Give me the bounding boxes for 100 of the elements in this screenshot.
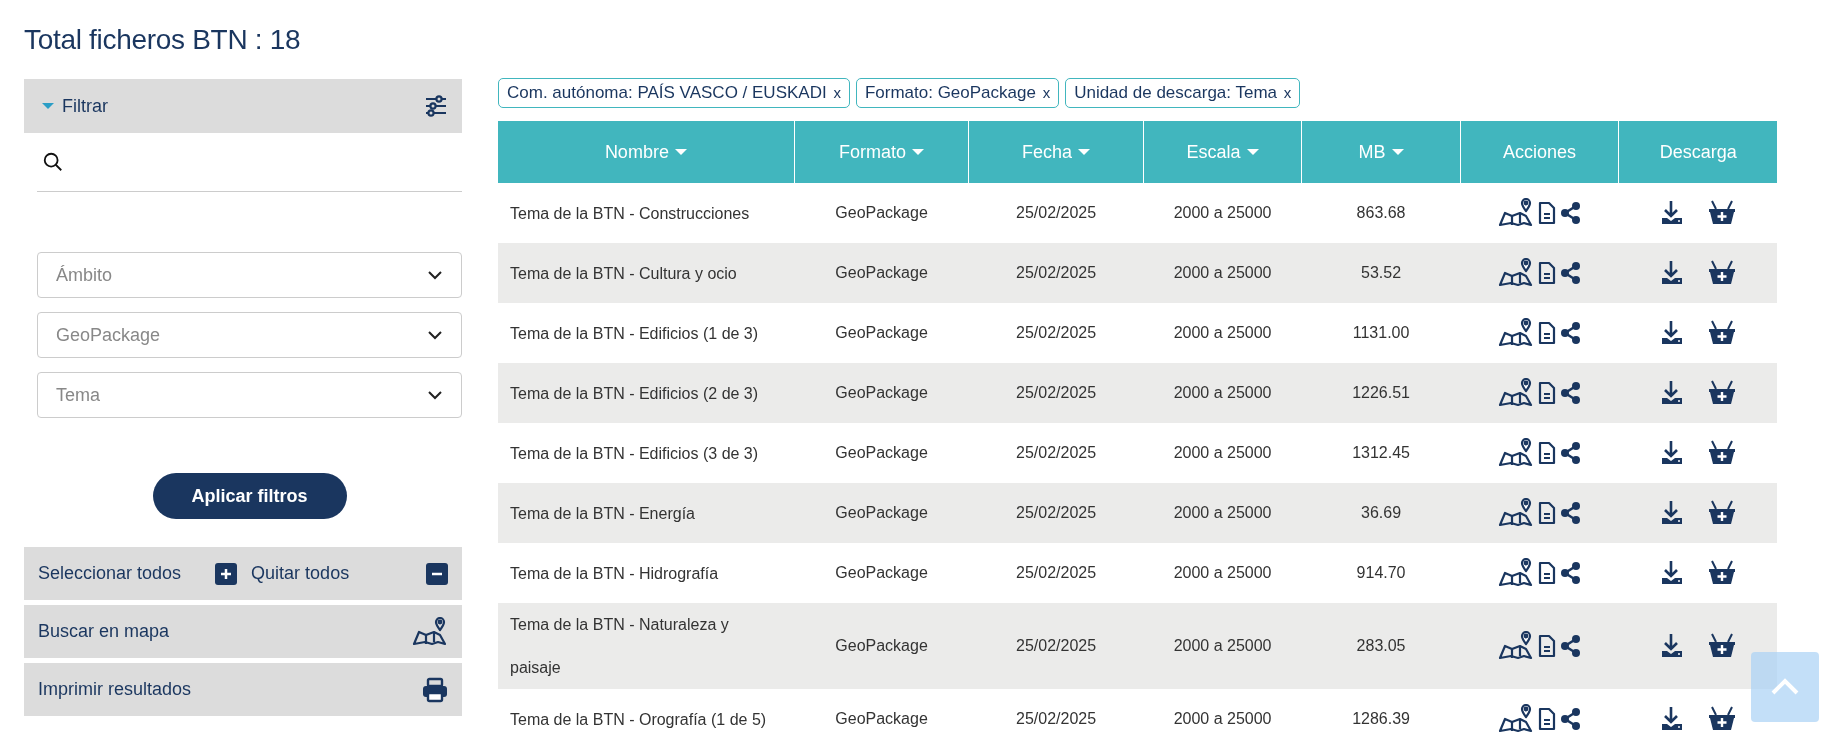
download-icon[interactable] bbox=[1659, 200, 1684, 226]
download-icon[interactable] bbox=[1659, 633, 1684, 659]
table-cell: 1226.51 bbox=[1352, 384, 1410, 401]
table-cell: 1312.45 bbox=[1352, 444, 1410, 461]
document-icon[interactable] bbox=[1537, 261, 1556, 285]
document-icon[interactable] bbox=[1537, 501, 1556, 525]
table-cell: 25/02/2025 bbox=[1016, 564, 1097, 581]
table-cell: GeoPackage bbox=[835, 324, 928, 341]
sidebar-action[interactable]: Buscar en mapa bbox=[24, 605, 462, 658]
document-icon[interactable] bbox=[1537, 321, 1556, 345]
table-cell: 863.68 bbox=[1356, 204, 1406, 221]
dropdown[interactable]: Ámbito bbox=[37, 252, 462, 298]
map-pin-icon[interactable] bbox=[1497, 558, 1534, 588]
sidebar-action[interactable]: Imprimir resultados bbox=[24, 663, 462, 716]
basket-add-icon[interactable] bbox=[1707, 706, 1736, 732]
map-pin-icon[interactable] bbox=[1497, 318, 1534, 348]
basket-add-icon[interactable] bbox=[1707, 260, 1736, 286]
download-icon[interactable] bbox=[1659, 380, 1684, 406]
document-icon[interactable] bbox=[1537, 634, 1556, 658]
table-cell: 25/02/2025 bbox=[1016, 384, 1097, 401]
sliders-icon[interactable] bbox=[424, 94, 448, 118]
basket-add-icon[interactable] bbox=[1707, 380, 1736, 406]
basket-add-icon[interactable] bbox=[1707, 500, 1736, 526]
map-pin-icon[interactable] bbox=[1497, 258, 1534, 288]
plus-icon[interactable] bbox=[215, 562, 238, 585]
table-cell: GeoPackage bbox=[835, 504, 928, 521]
basket-add-icon[interactable] bbox=[1707, 200, 1736, 226]
printer-icon bbox=[422, 676, 448, 703]
document-icon[interactable] bbox=[1537, 201, 1556, 225]
document-icon[interactable] bbox=[1537, 381, 1556, 405]
basket-add-icon[interactable] bbox=[1707, 440, 1736, 466]
basket-add-icon[interactable] bbox=[1707, 560, 1736, 586]
table-cell: 25/02/2025 bbox=[1016, 504, 1097, 521]
table-cell: 2000 a 25000 bbox=[1173, 444, 1272, 461]
table-cell: Tema de la BTN - Construcciones bbox=[510, 204, 750, 222]
map-pin-icon[interactable] bbox=[1497, 498, 1534, 528]
download-icon[interactable] bbox=[1659, 560, 1684, 586]
table-cell: GeoPackage bbox=[835, 444, 928, 461]
basket-add-icon[interactable] bbox=[1707, 633, 1736, 659]
table-cell: Tema de la BTN - Edificios (3 de 3) bbox=[510, 444, 759, 462]
table-cell: 283.05 bbox=[1356, 637, 1406, 654]
download-icon[interactable] bbox=[1659, 320, 1684, 346]
table-cell: 2000 a 25000 bbox=[1173, 384, 1272, 401]
table-cell: GeoPackage bbox=[835, 384, 928, 401]
table-cell: Tema de la BTN - Edificios (2 de 3) bbox=[510, 384, 759, 402]
map-pin-icon[interactable] bbox=[1497, 704, 1534, 734]
filter-label: Filtrar bbox=[62, 95, 109, 117]
table-cell: 25/02/2025 bbox=[1016, 710, 1097, 727]
filter-chip[interactable]: Formato: GeoPackage x bbox=[855, 78, 1060, 108]
filter-chip[interactable]: Com. autónoma: PAÍS VASCO / EUSKADI x bbox=[498, 78, 850, 108]
table-cell: 25/02/2025 bbox=[1016, 264, 1097, 281]
search-icon bbox=[42, 151, 64, 173]
chevron-down-icon bbox=[427, 330, 443, 340]
map-pin-icon[interactable] bbox=[1497, 631, 1534, 661]
download-icon[interactable] bbox=[1659, 260, 1684, 286]
share-icon[interactable] bbox=[1559, 441, 1582, 465]
share-icon[interactable] bbox=[1559, 634, 1582, 658]
table-cell: Tema de la BTN - Orografía (1 de 5) bbox=[510, 710, 767, 728]
share-icon[interactable] bbox=[1559, 381, 1582, 405]
chevron-up-icon bbox=[1770, 678, 1800, 696]
document-icon[interactable] bbox=[1537, 441, 1556, 465]
map-pin-icon bbox=[412, 616, 448, 647]
basket-add-icon[interactable] bbox=[1707, 320, 1736, 346]
dropdown[interactable]: Tema bbox=[37, 372, 462, 418]
table-cell: 2000 a 25000 bbox=[1173, 264, 1272, 281]
map-pin-icon[interactable] bbox=[1497, 438, 1534, 468]
share-icon[interactable] bbox=[1559, 707, 1582, 731]
share-icon[interactable] bbox=[1559, 261, 1582, 285]
table-cell: GeoPackage bbox=[835, 637, 928, 654]
table-cell: GeoPackage bbox=[835, 204, 928, 221]
table-cell: 2000 a 25000 bbox=[1173, 204, 1272, 221]
map-pin-icon[interactable] bbox=[1497, 378, 1534, 408]
table-cell: 36.69 bbox=[1361, 504, 1402, 521]
table-cell: Tema de la BTN - Energía bbox=[510, 504, 695, 522]
chevron-down-icon bbox=[427, 390, 443, 400]
download-icon[interactable] bbox=[1659, 500, 1684, 526]
table-cell: 25/02/2025 bbox=[1016, 444, 1097, 461]
minus-icon[interactable] bbox=[426, 562, 448, 585]
share-icon[interactable] bbox=[1559, 561, 1582, 585]
document-icon[interactable] bbox=[1537, 561, 1556, 585]
apply-filters-button[interactable]: Aplicar filtros bbox=[152, 473, 347, 519]
document-icon[interactable] bbox=[1537, 707, 1556, 731]
table-cell: 1286.39 bbox=[1352, 710, 1410, 727]
share-icon[interactable] bbox=[1559, 321, 1582, 345]
filter-chip[interactable]: Unidad de descarga: Tema x bbox=[1065, 78, 1301, 108]
table-cell: 1131.00 bbox=[1352, 324, 1410, 341]
remove-all-link[interactable]: Quitar todos bbox=[251, 563, 350, 584]
dropdown[interactable]: GeoPackage bbox=[37, 312, 462, 358]
filter-header[interactable]: Filtrar bbox=[24, 79, 462, 133]
download-icon[interactable] bbox=[1659, 706, 1684, 732]
select-all-link[interactable]: Seleccionar todos bbox=[38, 563, 182, 584]
download-icon[interactable] bbox=[1659, 440, 1684, 466]
table-cell: 2000 a 25000 bbox=[1173, 324, 1272, 341]
table-cell: Tema de la BTN - Naturaleza y paisaje bbox=[510, 616, 729, 676]
page-title: Total ficheros BTN : 18 bbox=[24, 23, 302, 57]
share-icon[interactable] bbox=[1559, 501, 1582, 525]
map-pin-icon[interactable] bbox=[1497, 198, 1534, 228]
table-cell: 53.52 bbox=[1361, 264, 1402, 281]
table-cell: 2000 a 25000 bbox=[1173, 710, 1272, 727]
share-icon[interactable] bbox=[1559, 201, 1582, 225]
